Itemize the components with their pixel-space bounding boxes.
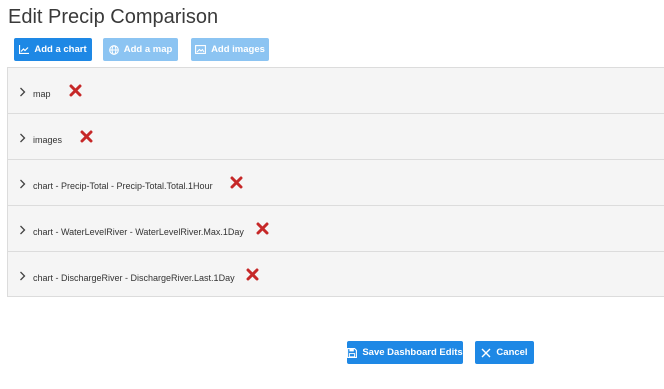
add-map-label: Add a map (123, 44, 173, 55)
close-icon (481, 348, 491, 358)
chevron-right-icon[interactable] (19, 130, 26, 148)
list-item[interactable]: chart - DischargeRiver - DischargeRiver.… (8, 252, 664, 298)
save-dashboard-button[interactable]: Save Dashboard Edits (347, 341, 463, 364)
chart-icon (19, 45, 30, 54)
item-label: images (33, 135, 63, 145)
delete-icon[interactable] (230, 176, 243, 194)
item-label: map (33, 89, 51, 99)
delete-icon[interactable] (246, 268, 259, 286)
item-label: chart - DischargeRiver - DischargeRiver.… (33, 273, 235, 283)
add-chart-label: Add a chart (34, 44, 87, 55)
add-chart-button[interactable]: Add a chart (14, 38, 92, 61)
globe-icon (108, 44, 119, 55)
delete-icon[interactable] (69, 84, 82, 102)
add-images-button[interactable]: Add images (191, 38, 269, 61)
list-item[interactable]: chart - WaterLevelRiver - WaterLevelRive… (8, 206, 664, 252)
item-label: chart - Precip-Total - Precip-Total.Tota… (33, 181, 213, 191)
cancel-label: Cancel (496, 347, 528, 358)
delete-icon[interactable] (80, 130, 93, 148)
item-label: chart - WaterLevelRiver - WaterLevelRive… (33, 227, 244, 237)
page-title: Edit Precip Comparison (8, 6, 219, 28)
add-images-label: Add images (211, 44, 265, 55)
cancel-button[interactable]: Cancel (475, 341, 534, 364)
chevron-right-icon[interactable] (19, 84, 26, 102)
list-item[interactable]: chart - Precip-Total - Precip-Total.Tota… (8, 160, 664, 206)
save-label: Save Dashboard Edits (362, 347, 463, 358)
dashboard-items-panel: map images chart - Precip-Total - Precip… (7, 67, 664, 297)
list-item[interactable]: map (8, 68, 664, 114)
list-item[interactable]: images (8, 114, 664, 160)
chevron-right-icon[interactable] (19, 176, 26, 194)
delete-icon[interactable] (256, 222, 269, 240)
floppy-disk-icon (347, 347, 358, 358)
add-map-button[interactable]: Add a map (103, 38, 178, 61)
image-icon (195, 45, 207, 54)
chevron-right-icon[interactable] (19, 222, 26, 240)
chevron-right-icon[interactable] (19, 268, 26, 286)
